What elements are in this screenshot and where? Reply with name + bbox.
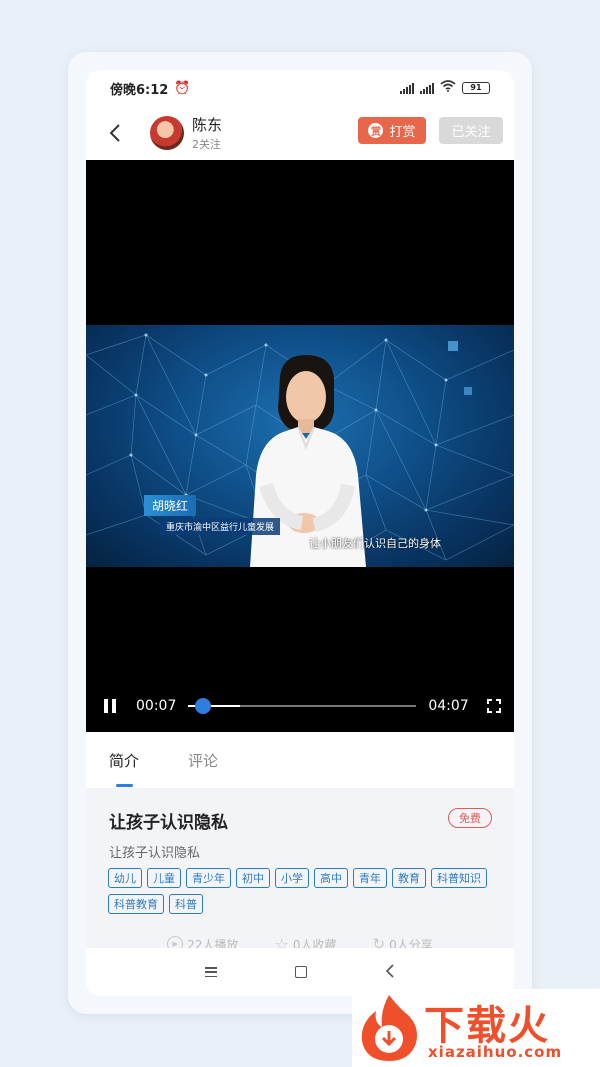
signal-icon [400, 82, 414, 94]
alarm-icon: ⏰ [174, 80, 191, 96]
tip-button[interactable]: 赏 打赏 [358, 117, 426, 144]
video-frame[interactable]: 胡晓红 重庆市渝中区益行儿童发展 让小朋友们认识自己的身体 [86, 325, 514, 567]
total-time: 04:07 [428, 698, 469, 714]
video-subtitle: 让小朋友们认识自己的身体 [309, 537, 441, 550]
site-watermark: 下载火 xiazaihuo.com [352, 989, 600, 1067]
video-detail: 让孩子认识隐私 免费 让孩子认识隐私 幼儿 儿童 青少年 初中 小学 高中 青年 教育 科普知识… [86, 788, 514, 954]
back-icon[interactable] [86, 108, 144, 158]
tag-chip[interactable]: 初中 [236, 868, 270, 888]
progress-slider[interactable] [188, 698, 417, 714]
tab-intro[interactable]: 简介 [109, 750, 139, 771]
tag-chip[interactable]: 青年 [353, 868, 387, 888]
user-name: 陈东 [192, 116, 223, 134]
tab-comments[interactable]: 评论 [188, 750, 218, 771]
tab-bar: 简介 评论 [86, 732, 514, 788]
user-info[interactable]: 陈东 2关注 [192, 114, 222, 152]
name-caption: 胡晓红 重庆市渝中区益行儿童发展 [144, 495, 281, 535]
status-bar: 傍晚6:12 ⏰ 91 [86, 70, 514, 106]
tab-indicator [116, 784, 133, 787]
status-time: 傍晚6:12 [110, 82, 169, 98]
wifi-icon [440, 80, 456, 96]
video-description: 让孩子认识隐私 [109, 846, 201, 861]
caption-org: 重庆市渝中区益行儿童发展 [160, 518, 281, 535]
reward-icon: 赏 [368, 123, 384, 138]
pause-icon[interactable] [104, 699, 118, 713]
home-icon[interactable] [295, 966, 307, 978]
followed-button[interactable]: 已关注 [439, 117, 503, 144]
tip-label: 打赏 [389, 125, 416, 140]
flame-logo-icon [361, 995, 417, 1061]
tag-chip[interactable]: 儿童 [147, 868, 181, 888]
current-time: 00:07 [136, 698, 177, 714]
status-icons: 91 [400, 80, 490, 96]
avatar[interactable] [150, 116, 184, 150]
watermark-url: xiazaihuo.com [428, 1043, 563, 1061]
battery-icon: 91 [462, 82, 490, 94]
header: 陈东 2关注 赏 打赏 已关注 [86, 108, 514, 158]
tag-list: 幼儿 儿童 青少年 初中 小学 高中 青年 教育 科普知识科普教育 科普 [108, 868, 488, 914]
menu-icon[interactable] [205, 967, 217, 977]
free-badge: 免费 [448, 808, 492, 828]
video-player[interactable]: 胡晓红 重庆市渝中区益行儿童发展 让小朋友们认识自己的身体 00:07 04:0… [86, 160, 514, 732]
player-controls: 00:07 04:07 [86, 690, 514, 722]
tag-chip[interactable]: 科普 [169, 894, 203, 914]
phone-screen: 傍晚6:12 ⏰ 91 陈东 2关注 赏 打赏 已关注 胡晓红 重庆市渝中区益行… [86, 70, 514, 996]
tag-chip[interactable]: 青少年 [186, 868, 231, 888]
tag-chip[interactable]: 幼儿 [108, 868, 142, 888]
tag-chip[interactable]: 科普教育 [108, 894, 164, 914]
signal-icon [420, 82, 434, 94]
tag-chip[interactable]: 教育 [392, 868, 426, 888]
video-title: 让孩子认识隐私 [109, 813, 228, 833]
nav-back-icon[interactable] [385, 962, 395, 983]
progress-thumb[interactable] [195, 698, 212, 714]
tag-chip[interactable]: 小学 [275, 868, 309, 888]
follow-count: 2关注 [192, 138, 221, 151]
tag-chip[interactable]: 科普知识 [431, 868, 487, 888]
fullscreen-icon[interactable] [486, 699, 501, 713]
caption-name: 胡晓红 [144, 495, 197, 516]
tag-chip[interactable]: 高中 [314, 868, 348, 888]
